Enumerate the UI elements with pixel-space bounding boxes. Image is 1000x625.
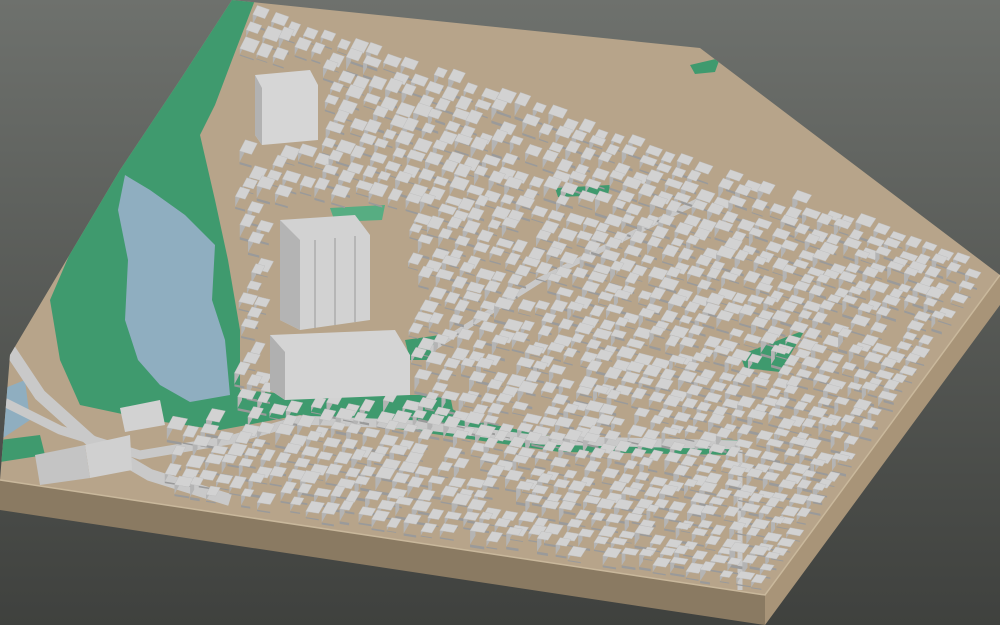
north-tower bbox=[255, 70, 318, 145]
city-model-scene[interactable] bbox=[0, 0, 1000, 625]
map-viewport[interactable] bbox=[0, 0, 1000, 625]
tower-block bbox=[280, 215, 370, 330]
mall-block bbox=[270, 330, 410, 400]
